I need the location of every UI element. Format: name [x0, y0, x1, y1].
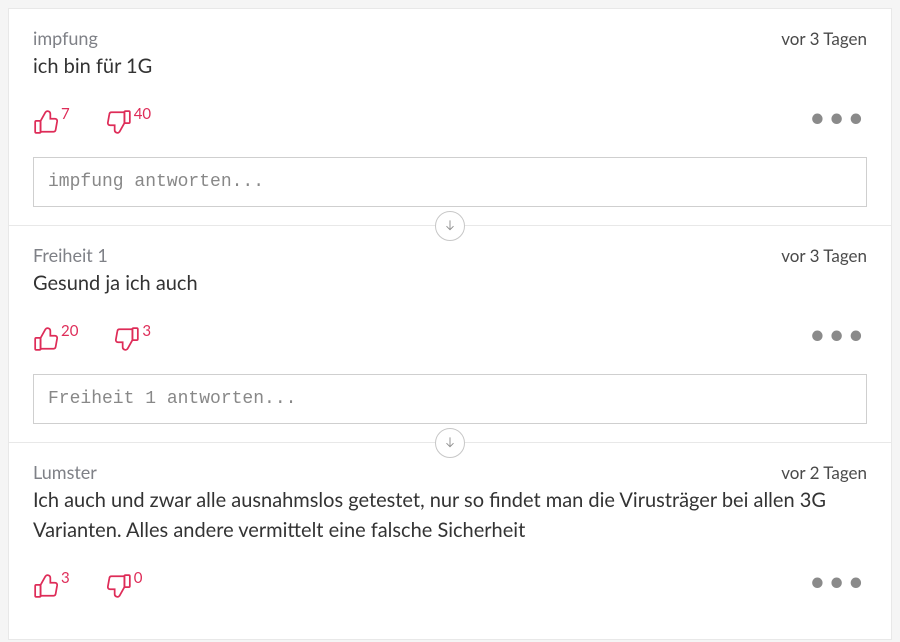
upvote-count: 3 [61, 569, 70, 587]
comment-author: Freiheit 1 [33, 244, 108, 266]
downvote-count: 40 [134, 105, 151, 123]
comment-body: ich bin für 1G [33, 51, 867, 81]
comment-author: Lumster [33, 461, 97, 483]
comment-list: impfung vor 3 Tagen ich bin für 1G 7 40 … [8, 8, 892, 640]
downvote-button[interactable]: 0 [106, 573, 143, 603]
downvote-count: 3 [142, 322, 151, 340]
reply-input[interactable] [33, 374, 867, 424]
comment-card: Lumster vor 2 Tagen Ich auch und zwar al… [8, 443, 892, 640]
comment-card: impfung vor 3 Tagen ich bin für 1G 7 40 … [8, 8, 892, 226]
comment-card: Freiheit 1 vor 3 Tagen Gesund ja ich auc… [8, 226, 892, 443]
comment-time: vor 3 Tagen [781, 28, 867, 49]
reply-input[interactable] [33, 157, 867, 207]
more-options-button[interactable]: ••• [809, 111, 867, 122]
comment-time: vor 2 Tagen [781, 462, 867, 483]
comment-time: vor 3 Tagen [781, 245, 867, 266]
more-options-button[interactable]: ••• [809, 328, 867, 339]
comment-actions: 3 0 ••• [33, 573, 867, 603]
thumbs-up-icon [33, 326, 59, 356]
upvote-count: 7 [61, 105, 70, 123]
arrow-down-icon [443, 434, 457, 453]
upvote-button[interactable]: 20 [33, 326, 78, 356]
upvote-count: 20 [61, 322, 78, 340]
expand-thread-button[interactable] [435, 211, 465, 241]
arrow-down-icon [443, 217, 457, 236]
downvote-button[interactable]: 40 [106, 109, 151, 139]
comment-head: Freiheit 1 vor 3 Tagen [33, 244, 867, 266]
comment-actions: 7 40 ••• [33, 109, 867, 139]
thumbs-down-icon [106, 109, 132, 139]
comment-body: Ich auch und zwar alle ausnahmslos getes… [33, 485, 867, 545]
comment-head: impfung vor 3 Tagen [33, 27, 867, 49]
comment-actions: 20 3 ••• [33, 326, 867, 356]
upvote-button[interactable]: 3 [33, 573, 70, 603]
comment-head: Lumster vor 2 Tagen [33, 461, 867, 483]
thumbs-up-icon [33, 109, 59, 139]
downvote-button[interactable]: 3 [114, 326, 151, 356]
thumbs-down-icon [106, 573, 132, 603]
thumbs-up-icon [33, 573, 59, 603]
comment-body: Gesund ja ich auch [33, 268, 867, 298]
expand-thread-button[interactable] [435, 428, 465, 458]
comment-author: impfung [33, 27, 98, 49]
more-options-button[interactable]: ••• [809, 575, 867, 586]
upvote-button[interactable]: 7 [33, 109, 70, 139]
thumbs-down-icon [114, 326, 140, 356]
downvote-count: 0 [134, 569, 143, 587]
